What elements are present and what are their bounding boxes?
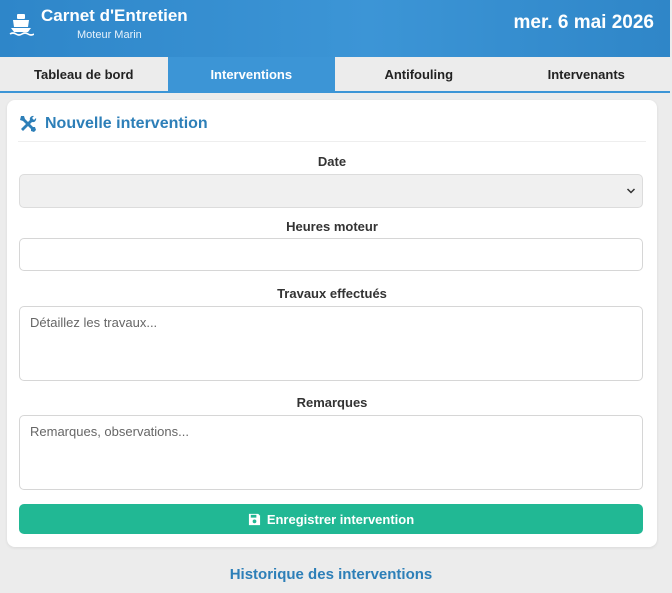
- tab-tableau-de-bord[interactable]: Tableau de bord: [0, 57, 168, 91]
- app-subtitle: Moteur Marin: [77, 29, 142, 41]
- date-select[interactable]: [19, 174, 643, 208]
- tab-bar: Tableau de bord Interventions Antifoulin…: [0, 57, 670, 93]
- save-intervention-button[interactable]: Enregistrer intervention: [19, 504, 643, 534]
- floppy-disk-icon: [248, 513, 260, 525]
- ship-icon: [9, 14, 34, 36]
- hours-label: Heures moteur: [286, 219, 378, 234]
- tools-icon: [20, 115, 37, 132]
- remarks-label: Remarques: [296, 395, 368, 410]
- remarks-textarea[interactable]: [19, 415, 643, 490]
- work-label: Travaux effectués: [277, 286, 387, 301]
- save-button-label: Enregistrer intervention: [266, 511, 415, 527]
- tab-antifouling[interactable]: Antifouling: [335, 57, 503, 91]
- new-intervention-card: Nouvelle intervention Date Heures moteur…: [7, 100, 657, 547]
- date-label: Date: [317, 154, 347, 169]
- current-date: mer. 6 mai 2026: [513, 12, 655, 33]
- engine-hours-input[interactable]: [19, 238, 643, 271]
- app-title: Carnet d'Entretien: [41, 6, 188, 25]
- app-header: Carnet d'Entretien Moteur Marin mer. 6 m…: [0, 0, 670, 57]
- work-textarea[interactable]: [19, 306, 643, 381]
- history-title: Historique des interventions: [229, 566, 433, 583]
- card-header: Nouvelle intervention: [18, 114, 646, 142]
- tab-intervenants[interactable]: Intervenants: [503, 57, 671, 91]
- form-title: Nouvelle intervention: [45, 115, 208, 132]
- tab-interventions[interactable]: Interventions: [167, 57, 335, 91]
- chevron-down-icon: [626, 188, 636, 194]
